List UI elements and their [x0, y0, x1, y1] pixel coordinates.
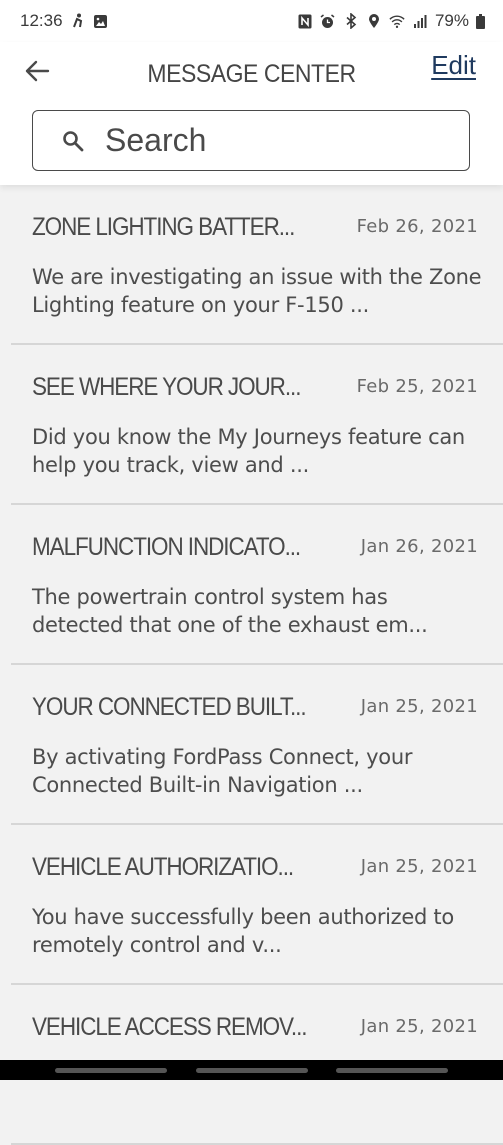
page-title: MESSAGE CENTER: [147, 60, 356, 88]
message-item[interactable]: YOUR CONNECTED BUILT... Jan 25, 2021 By …: [11, 665, 503, 825]
alarm-icon: [320, 13, 336, 29]
message-preview: You have successfully been authorized to…: [32, 905, 454, 957]
message-preview: By activating FordPass Connect, your Con…: [32, 745, 413, 797]
message-date: Jan 25, 2021: [360, 856, 478, 877]
nav-back-button[interactable]: [336, 1067, 448, 1073]
message-preview: We are investigating an issue with the Z…: [32, 265, 482, 317]
search-bar[interactable]: [32, 110, 470, 171]
message-preview: The powertrain control system has detect…: [32, 585, 428, 637]
signal-icon: [412, 13, 428, 29]
nfc-icon: [297, 13, 313, 29]
header: MESSAGE CENTER Edit: [0, 42, 503, 185]
message-item[interactable]: SEE WHERE YOUR JOUR... Feb 25, 2021 Did …: [11, 345, 503, 505]
message-title: SEE WHERE YOUR JOUR...: [32, 373, 301, 401]
clock: 12:36: [20, 11, 63, 30]
battery-percent: 79%: [434, 11, 469, 30]
message-title: VEHICLE AUTHORIZATIO...: [32, 853, 294, 881]
message-item[interactable]: ZONE LIGHTING BATTER... Feb 26, 2021 We …: [11, 185, 503, 345]
bluetooth-icon: [343, 13, 359, 29]
message-preview: Did you know the My Journeys feature can…: [32, 425, 465, 477]
status-bar: 12:36 79%: [0, 0, 503, 42]
nav-home-button[interactable]: [195, 1067, 308, 1073]
message-title: VEHICLE ACCESS REMOV...: [32, 1013, 308, 1041]
status-bar-left: 12:36: [20, 11, 109, 31]
system-navigation-bar: [0, 1060, 503, 1080]
message-date: Feb 26, 2021: [356, 216, 478, 237]
status-bar-right: 79%: [297, 11, 485, 31]
message-date: Feb 25, 2021: [356, 376, 478, 397]
message-date: Jan 25, 2021: [360, 696, 478, 717]
message-date: Jan 26, 2021: [360, 536, 478, 557]
message-item[interactable]: VEHICLE AUTHORIZATIO... Jan 25, 2021 You…: [11, 825, 503, 985]
message-date: Jan 25, 2021: [360, 1016, 478, 1037]
nav-recents-button[interactable]: [55, 1067, 167, 1073]
message-title: YOUR CONNECTED BUILT...: [32, 693, 307, 721]
battery-icon: [476, 13, 485, 29]
edit-button[interactable]: Edit: [431, 50, 476, 81]
message-title: MALFUNCTION INDICATO...: [32, 533, 301, 561]
message-item[interactable]: MALFUNCTION INDICATO... Jan 26, 2021 The…: [11, 505, 503, 665]
gallery-icon: [93, 13, 109, 29]
search-input[interactable]: [105, 122, 425, 159]
message-title: ZONE LIGHTING BATTER...: [32, 213, 295, 241]
location-icon: [366, 13, 382, 29]
search-icon: [63, 130, 84, 151]
accessibility-icon: [70, 13, 86, 29]
wifi-icon: [389, 13, 405, 29]
message-list: ZONE LIGHTING BATTER... Feb 26, 2021 We …: [0, 185, 503, 1145]
